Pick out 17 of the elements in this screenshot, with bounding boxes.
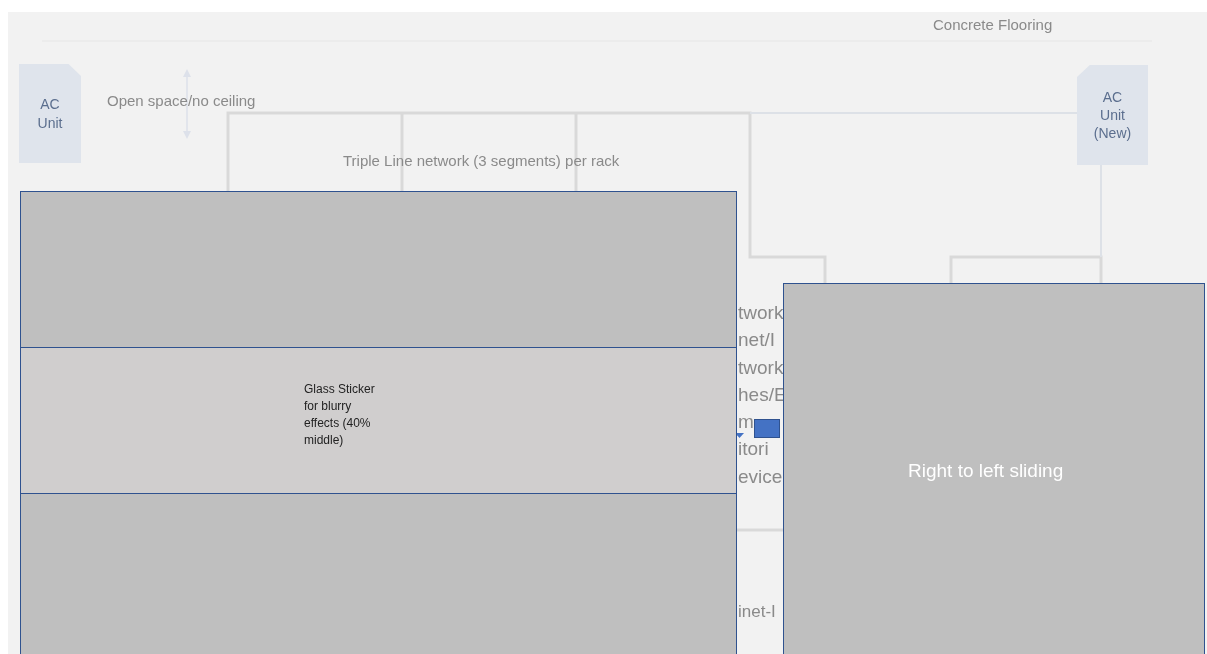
partial-label: net/I — [738, 329, 775, 351]
ac-unit-shape: AC Unit — [19, 64, 81, 163]
partial-label: twork — [738, 302, 784, 323]
floor-label: Concrete Flooring — [933, 16, 1053, 33]
network-label: Triple Line network (3 segments) per rack — [343, 152, 620, 169]
partial-label: m — [738, 411, 754, 433]
ceiling-label: Open space/no ceiling — [107, 92, 256, 109]
square-shape — [754, 419, 780, 438]
partial-label: itori — [738, 438, 769, 460]
triangle-icon — [735, 433, 744, 438]
partial-label: evice — [738, 465, 783, 487]
glass-sticker-label: Glass Sticker for blurry effects (40% middle) — [304, 381, 376, 449]
partial-label: twork — [738, 356, 784, 378]
sliding-panel-label: Right to left sliding — [908, 460, 1064, 482]
ac-unit-shape: AC Unit (New) — [1077, 65, 1148, 165]
partial-label: hes/E — [738, 383, 787, 405]
partial-label: inet-I — [738, 602, 776, 622]
